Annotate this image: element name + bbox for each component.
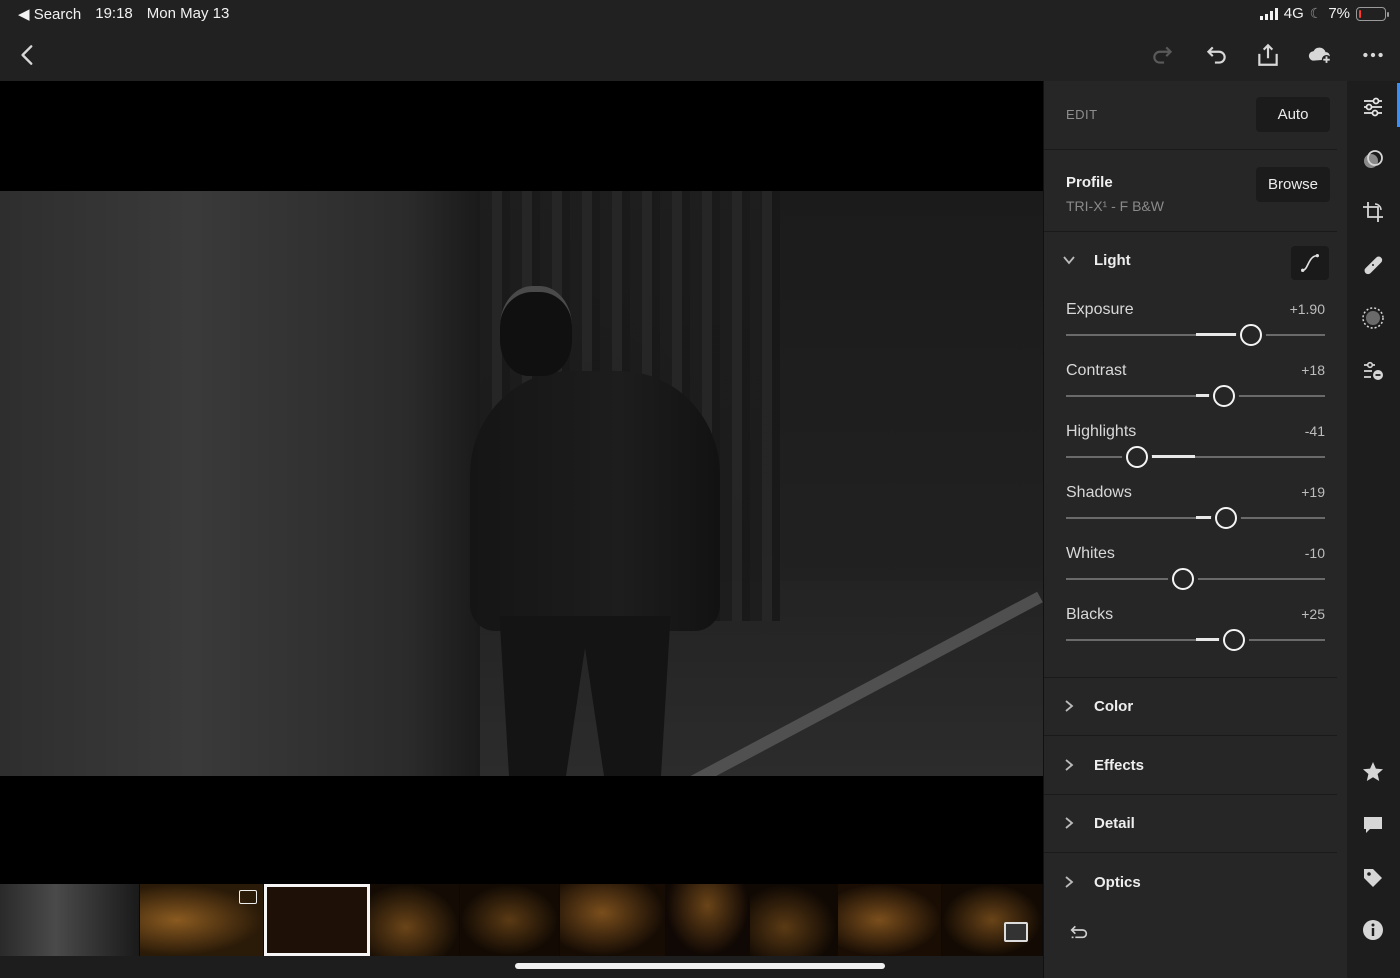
- filmstrip: [0, 884, 1043, 956]
- chevron-right-icon: [1062, 875, 1076, 889]
- redo-icon[interactable]: [1148, 40, 1178, 70]
- chevron-right-icon: [1062, 816, 1076, 830]
- slider-knob[interactable]: [1126, 446, 1149, 468]
- slider-track[interactable]: [1066, 578, 1325, 580]
- slider-value[interactable]: +1.90: [1290, 301, 1325, 317]
- slider-exposure[interactable]: Exposure +1.90: [1066, 301, 1325, 351]
- healing-icon[interactable]: [1360, 252, 1386, 278]
- chevron-right-icon: [1062, 699, 1076, 713]
- color-section-title: Color: [1094, 697, 1134, 715]
- slider-whites[interactable]: Whites -10: [1066, 545, 1325, 595]
- photo-canvas[interactable]: [0, 191, 1043, 776]
- slider-knob[interactable]: [1171, 568, 1194, 590]
- status-date: Mon May 13: [146, 5, 230, 22]
- filmstrip-thumb[interactable]: [140, 884, 264, 956]
- profile-title: Profile: [1066, 174, 1113, 191]
- status-time: 19:18: [95, 5, 133, 22]
- battery-icon: [1356, 6, 1389, 21]
- back-to-search-link[interactable]: ◀ Search: [18, 5, 81, 23]
- light-section-header[interactable]: Light: [1062, 245, 1329, 275]
- slider-label: Highlights: [1066, 423, 1137, 440]
- vignette-icon[interactable]: [1360, 305, 1386, 331]
- optics-section-header[interactable]: Optics: [1062, 867, 1329, 897]
- slider-label: Blacks: [1066, 606, 1114, 623]
- battery-percent: 7%: [1328, 5, 1350, 22]
- network-label: 4G: [1283, 5, 1304, 22]
- auto-button[interactable]: Auto: [1256, 97, 1330, 132]
- slider-knob[interactable]: [1212, 385, 1235, 407]
- chevron-down-icon: [1062, 253, 1076, 267]
- comment-icon[interactable]: [1360, 812, 1386, 838]
- star-icon[interactable]: [1360, 759, 1386, 785]
- edit-panel: EDIT Auto Profile TRI-X¹ - F B&W Browse …: [1043, 81, 1347, 978]
- filmstrip-thumb[interactable]: [0, 884, 140, 956]
- filmstrip-thumb[interactable]: [560, 884, 666, 956]
- undo-icon[interactable]: [1201, 40, 1231, 70]
- slider-knob[interactable]: [1240, 324, 1263, 346]
- effects-section-header[interactable]: Effects: [1062, 750, 1329, 780]
- info-icon[interactable]: [1360, 917, 1386, 943]
- selective-icon[interactable]: [1360, 147, 1386, 173]
- video-badge-icon: [239, 890, 257, 904]
- slider-value[interactable]: +19: [1301, 484, 1325, 500]
- signal-icon: [1259, 7, 1278, 20]
- home-indicator: [515, 963, 885, 969]
- slider-value[interactable]: +25: [1301, 606, 1325, 622]
- back-icon[interactable]: [13, 40, 43, 70]
- photo-badge-icon: [1004, 922, 1028, 942]
- slider-label: Whites: [1066, 545, 1115, 562]
- filmstrip-thumb[interactable]: [666, 884, 750, 956]
- edit-label: EDIT: [1066, 107, 1098, 122]
- top-toolbar: [0, 28, 1400, 81]
- filmstrip-thumb[interactable]: [942, 884, 1043, 956]
- optics-section-title: Optics: [1094, 873, 1141, 891]
- browse-button[interactable]: Browse: [1256, 167, 1330, 202]
- tone-curve-icon: [1301, 254, 1319, 272]
- slider-contrast[interactable]: Contrast +18: [1066, 362, 1325, 412]
- slider-label: Exposure: [1066, 301, 1134, 318]
- tag-icon[interactable]: [1360, 865, 1386, 891]
- moon-icon: ☾: [1309, 5, 1323, 21]
- filmstrip-thumb[interactable]: [750, 884, 838, 956]
- detail-section-header[interactable]: Detail: [1062, 808, 1329, 838]
- photo-subject: [470, 286, 720, 776]
- profile-value[interactable]: TRI-X¹ - F B&W: [1066, 198, 1164, 214]
- detail-section-title: Detail: [1094, 814, 1135, 832]
- tool-rail: [1347, 81, 1400, 978]
- crop-icon[interactable]: [1360, 199, 1386, 225]
- slider-knob[interactable]: [1222, 629, 1245, 651]
- slider-shadows[interactable]: Shadows +19: [1066, 484, 1325, 534]
- reset-icon[interactable]: [1068, 919, 1092, 943]
- filmstrip-thumb[interactable]: [460, 884, 560, 956]
- filmstrip-thumb-selected[interactable]: [264, 884, 370, 956]
- share-icon[interactable]: [1253, 40, 1283, 70]
- chevron-right-icon: [1062, 758, 1076, 772]
- sliders-icon[interactable]: [1360, 94, 1386, 120]
- slider-value[interactable]: -41: [1305, 423, 1325, 439]
- slider-value[interactable]: -10: [1305, 545, 1325, 561]
- slider-label: Contrast: [1066, 362, 1127, 379]
- slider-knob[interactable]: [1214, 507, 1237, 529]
- cloud-add-icon[interactable]: [1305, 40, 1335, 70]
- slider-track[interactable]: [1066, 456, 1325, 458]
- filmstrip-thumb[interactable]: [838, 884, 942, 956]
- slider-blacks[interactable]: Blacks +25: [1066, 606, 1325, 656]
- filmstrip-thumb[interactable]: [370, 884, 460, 956]
- effects-section-title: Effects: [1094, 756, 1145, 774]
- slider-value[interactable]: +18: [1301, 362, 1325, 378]
- slider-highlights[interactable]: Highlights -41: [1066, 423, 1325, 473]
- photo-viewer[interactable]: [0, 81, 1043, 884]
- color-section-header[interactable]: Color: [1062, 691, 1329, 721]
- status-bar: ◀ Search 19:18 Mon May 13 4G ☾ 7%: [0, 0, 1400, 28]
- tone-curve-button[interactable]: [1291, 246, 1329, 280]
- more-icon[interactable]: [1358, 40, 1388, 70]
- slider-label: Shadows: [1066, 484, 1132, 501]
- light-section-title: Light: [1094, 251, 1131, 269]
- presets-icon[interactable]: [1360, 358, 1386, 384]
